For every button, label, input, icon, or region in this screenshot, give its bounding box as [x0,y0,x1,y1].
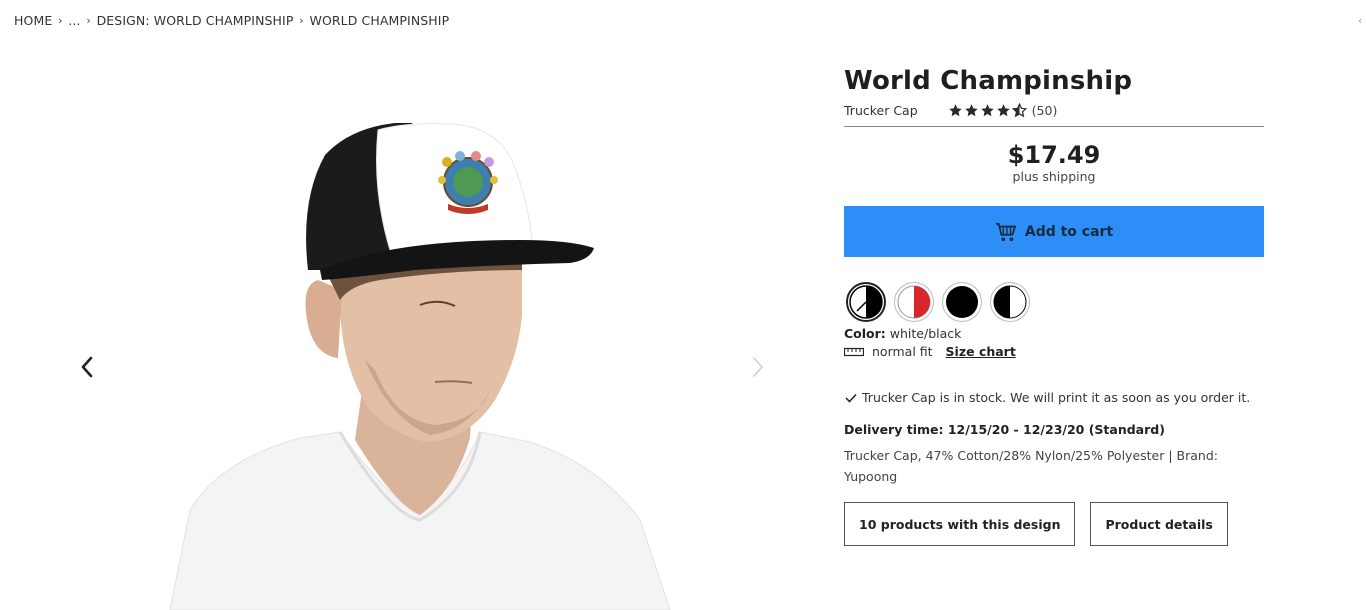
chevron-right-icon [753,357,763,377]
stock-status: Trucker Cap is in stock. We will print i… [844,390,1264,405]
product-specs: Trucker Cap, 47% Cotton/28% Nylon/25% Po… [844,448,1218,484]
divider [844,126,1264,127]
color-label: Color: [844,326,886,341]
breadcrumb: HOME › ... › DESIGN: WORLD CHAMPINSHIP ›… [14,13,449,28]
ruler-icon [844,347,864,356]
fit-label: normal fit [872,344,933,359]
gallery-next-button[interactable] [743,352,773,382]
breadcrumb-home[interactable]: HOME [14,13,52,28]
star-icon [964,103,978,116]
swatch-white-black-split[interactable] [990,282,1030,322]
chevron-right-icon: › [299,14,304,27]
cart-icon [995,222,1016,241]
review-count[interactable]: (50) [1032,103,1058,118]
swatch-white-red[interactable] [894,282,934,322]
color-swatches [846,282,1264,322]
product-details-button[interactable]: Product details [1090,502,1228,546]
delivery-time: Delivery time: 12/15/20 - 12/23/20 (Stan… [844,422,1165,437]
breadcrumb-design[interactable]: DESIGN: WORLD CHAMPINSHIP [97,13,294,28]
shipping-note: plus shipping [1012,169,1096,184]
price: $17.49 [1007,141,1101,169]
products-with-design-button[interactable]: 10 products with this design [844,502,1076,546]
product-info: World Champinship Trucker Cap (50) $17.4… [844,64,1264,546]
star-icon [948,103,962,116]
size-chart-link[interactable]: Size chart [946,344,1016,359]
checkmark-icon [845,393,857,403]
gallery-prev-button[interactable] [72,352,102,382]
breadcrumb-ellipsis[interactable]: ... [68,13,80,28]
selected-color: Color: white/black [844,326,1264,341]
swatch-black-fill [946,286,978,318]
swatch-white-black[interactable] [846,282,886,322]
star-icon [980,103,994,116]
color-value: white/black [889,326,962,341]
swatch-white-red-fill [897,285,931,319]
fit-info: normal fit Size chart [844,344,1264,359]
chevron-right-icon: › [86,14,91,27]
swatch-white-black-split-fill [993,285,1027,319]
swatch-black[interactable] [942,282,982,322]
rating-stars[interactable]: (50) [948,102,1058,118]
chevron-left-icon [81,356,93,378]
add-to-cart-button[interactable]: Add to cart [844,206,1264,257]
product-title: World Champinship [844,66,1133,96]
product-type: Trucker Cap [844,102,918,118]
star-icon [996,103,1010,116]
stock-text: Trucker Cap is in stock. We will print i… [862,390,1251,405]
chevron-left-icon: ‹ [1358,14,1363,27]
product-gallery [60,40,780,610]
breadcrumb-current: WORLD CHAMPINSHIP [309,13,450,28]
chevron-right-icon: › [58,14,63,27]
product-subline: Trucker Cap (50) [844,100,1264,120]
product-image [169,123,671,610]
action-buttons: 10 products with this design Product det… [844,502,1264,546]
swatch-white-black-fill [849,285,883,319]
star-half-icon [1011,102,1027,117]
add-to-cart-label: Add to cart [1024,223,1114,240]
price-box: $17.49 plus shipping [844,141,1264,185]
